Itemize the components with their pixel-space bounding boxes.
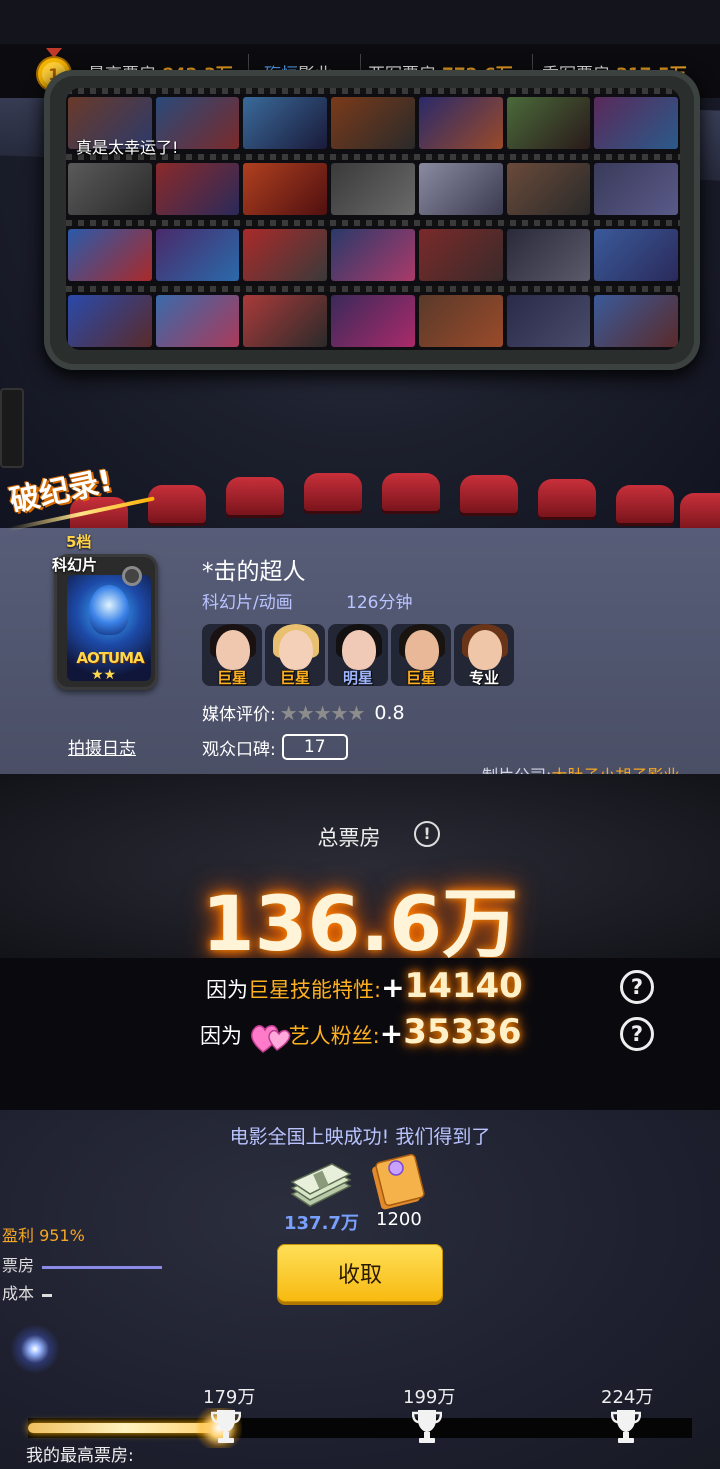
help-icon[interactable]: ? bbox=[620, 970, 654, 1004]
movie-tier: 5档 bbox=[66, 533, 92, 551]
bonus-fans-value: 35336 bbox=[403, 1012, 522, 1052]
screen-caption: 真是太幸运了! bbox=[76, 138, 179, 157]
help-icon[interactable]: ? bbox=[620, 1017, 654, 1051]
rating-stars-icon: ★★★★★ bbox=[279, 700, 366, 725]
ticket-reward-value: 1200 bbox=[376, 1209, 422, 1230]
cast-member[interactable]: 明星 bbox=[328, 624, 388, 686]
bonus-fans: 因为 艺人粉丝:+35336 bbox=[200, 1012, 522, 1053]
poster-art: AOTUMA ★★ bbox=[67, 575, 151, 681]
word-of-mouth: 观众口碑: 17 bbox=[202, 734, 348, 760]
cost-bar bbox=[42, 1294, 52, 1297]
ticket-book-icon bbox=[372, 1153, 425, 1210]
word-of-mouth-value: 17 bbox=[281, 734, 348, 760]
cast-list: 巨星 巨星 明星 巨星 专业 bbox=[202, 624, 514, 686]
film-row bbox=[66, 290, 680, 350]
cast-role: 巨星 bbox=[405, 669, 436, 686]
poster-corner-icon bbox=[122, 566, 142, 586]
profit-rate: 盈利 951% bbox=[2, 1226, 85, 1245]
cast-role: 明星 bbox=[342, 669, 373, 686]
revenue-label: 票房 bbox=[2, 1256, 35, 1275]
cast-role: 巨星 bbox=[216, 669, 247, 686]
heart-icon bbox=[249, 1022, 291, 1053]
cinema-screen bbox=[66, 88, 680, 350]
cost-label: 成本 bbox=[2, 1284, 35, 1303]
my-best-label: 我的最高票房: bbox=[26, 1446, 134, 1466]
cast-member[interactable]: 专业 bbox=[454, 624, 514, 686]
cast-member[interactable]: 巨星 bbox=[265, 624, 325, 686]
cast-member[interactable]: 巨星 bbox=[391, 624, 451, 686]
poster-title: AOTUMA bbox=[76, 649, 144, 667]
movie-duration: 126分钟 bbox=[346, 593, 413, 613]
genre-tag: 科幻片 bbox=[52, 556, 98, 574]
progress-fill bbox=[28, 1423, 221, 1433]
filming-log-link[interactable]: 拍摄日志 bbox=[68, 734, 136, 759]
release-success-text: 电影全国上映成功! 我们得到了 bbox=[229, 1126, 491, 1148]
film-row bbox=[66, 158, 680, 220]
collect-button[interactable]: 收取 bbox=[277, 1244, 443, 1302]
sparkle-icon bbox=[10, 1324, 60, 1374]
trophy-icon bbox=[611, 1410, 641, 1443]
trophy-icon bbox=[211, 1410, 241, 1443]
cast-member[interactable]: 巨星 bbox=[202, 624, 262, 686]
movie-title: *击的超人 bbox=[202, 559, 306, 585]
word-of-mouth-label: 观众口碑: bbox=[202, 739, 276, 760]
poster-stars: ★★ bbox=[91, 667, 117, 681]
total-box-office-value: 136.6万 bbox=[201, 879, 519, 968]
money-reward-value: 137.7万 bbox=[284, 1213, 359, 1234]
info-icon[interactable]: ! bbox=[414, 821, 440, 847]
cast-role: 巨星 bbox=[279, 669, 310, 686]
trophy-icon bbox=[412, 1410, 442, 1443]
bonus-star-skill-value: 14140 bbox=[404, 966, 523, 1006]
milestone-value: 224万 bbox=[601, 1387, 654, 1408]
milestone-value: 179万 bbox=[203, 1387, 256, 1408]
cash-stack-icon bbox=[290, 1163, 352, 1207]
media-rating: 媒体评价: ★★★★★ 0.8 bbox=[202, 700, 405, 726]
movie-genres: 科幻片/动画 bbox=[202, 593, 293, 613]
media-rating-value: 0.8 bbox=[374, 701, 405, 724]
film-row bbox=[66, 224, 680, 286]
speaker bbox=[0, 388, 24, 468]
superhero-icon bbox=[89, 585, 129, 635]
total-box-office-label: 总票房 bbox=[317, 826, 381, 850]
milestone-value: 199万 bbox=[403, 1387, 456, 1408]
bonus-star-skill: 因为巨星技能特性:+14140 bbox=[206, 966, 523, 1006]
media-rating-label: 媒体评价: bbox=[202, 705, 276, 725]
cast-role: 专业 bbox=[468, 669, 499, 686]
revenue-bar bbox=[42, 1266, 162, 1269]
